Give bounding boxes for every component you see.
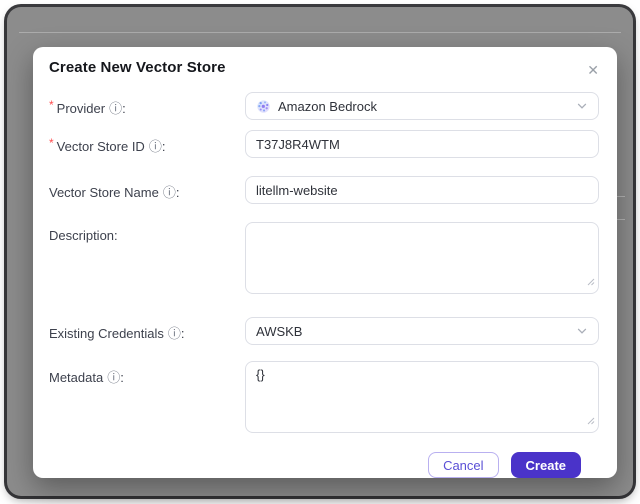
- form-row-description: Description:: [49, 222, 599, 299]
- form-row-vector-store-name: Vector Store Name ⓘ:: [49, 176, 599, 204]
- vector-store-name-label: Vector Store Name ⓘ:: [49, 176, 245, 204]
- vector-store-id-label: * Vector Store ID ⓘ:: [49, 136, 166, 155]
- close-icon[interactable]: ✕: [585, 59, 601, 81]
- provider-label: * Provider ⓘ:: [49, 98, 126, 117]
- description-textarea[interactable]: [245, 222, 599, 294]
- background-page-divider: [19, 32, 621, 33]
- create-vector-store-modal: Create New Vector Store ✕ *Providerⓘ:: [33, 47, 617, 478]
- bedrock-logo-icon: [256, 99, 271, 114]
- form-row-existing-credentials: Existing Credentials ⓘ: AWSKB: [49, 317, 599, 345]
- modal-footer: Cancel Create: [49, 438, 599, 478]
- description-label: Description:: [49, 228, 118, 243]
- existing-credentials-select[interactable]: AWSKB: [245, 317, 599, 345]
- chevron-down-icon: [576, 100, 588, 112]
- modal-header: Create New Vector Store ✕: [33, 47, 617, 81]
- form-row-metadata: Metadata ⓘ: {}: [49, 361, 599, 438]
- existing-credentials-label: Existing Credentials ⓘ:: [49, 317, 245, 345]
- dimmed-page-overlay: ↑↓ se Create New Vector Store ✕ *Provide…: [7, 7, 633, 496]
- info-icon[interactable]: ⓘ: [107, 367, 120, 386]
- form-row-vector-store-id: * Vector Store ID ⓘ:: [49, 130, 599, 158]
- vector-store-name-input[interactable]: [245, 176, 599, 204]
- vector-store-form: * Provider ⓘ: Amazon Bedrock * Vector St…: [33, 81, 617, 478]
- info-icon[interactable]: ⓘ: [149, 136, 162, 155]
- vector-store-id-input[interactable]: [245, 130, 599, 158]
- create-button[interactable]: Create: [510, 452, 581, 478]
- provider-select[interactable]: Amazon Bedrock: [245, 92, 599, 120]
- metadata-label: Metadata ⓘ:: [49, 361, 245, 438]
- chevron-down-icon: [576, 325, 588, 337]
- provider-selected-value: Amazon Bedrock: [278, 98, 377, 114]
- required-marker: *: [49, 98, 54, 112]
- metadata-textarea[interactable]: {}: [245, 361, 599, 433]
- info-icon[interactable]: ⓘ: [163, 182, 176, 201]
- info-icon[interactable]: ⓘ: [109, 98, 122, 117]
- modal-title: Create New Vector Store: [49, 59, 226, 76]
- info-icon[interactable]: ⓘ: [168, 323, 181, 342]
- form-row-provider: * Provider ⓘ: Amazon Bedrock: [49, 92, 599, 120]
- cancel-button[interactable]: Cancel: [428, 452, 499, 478]
- required-marker: *: [49, 136, 54, 150]
- existing-credentials-selected-value: AWSKB: [256, 323, 303, 339]
